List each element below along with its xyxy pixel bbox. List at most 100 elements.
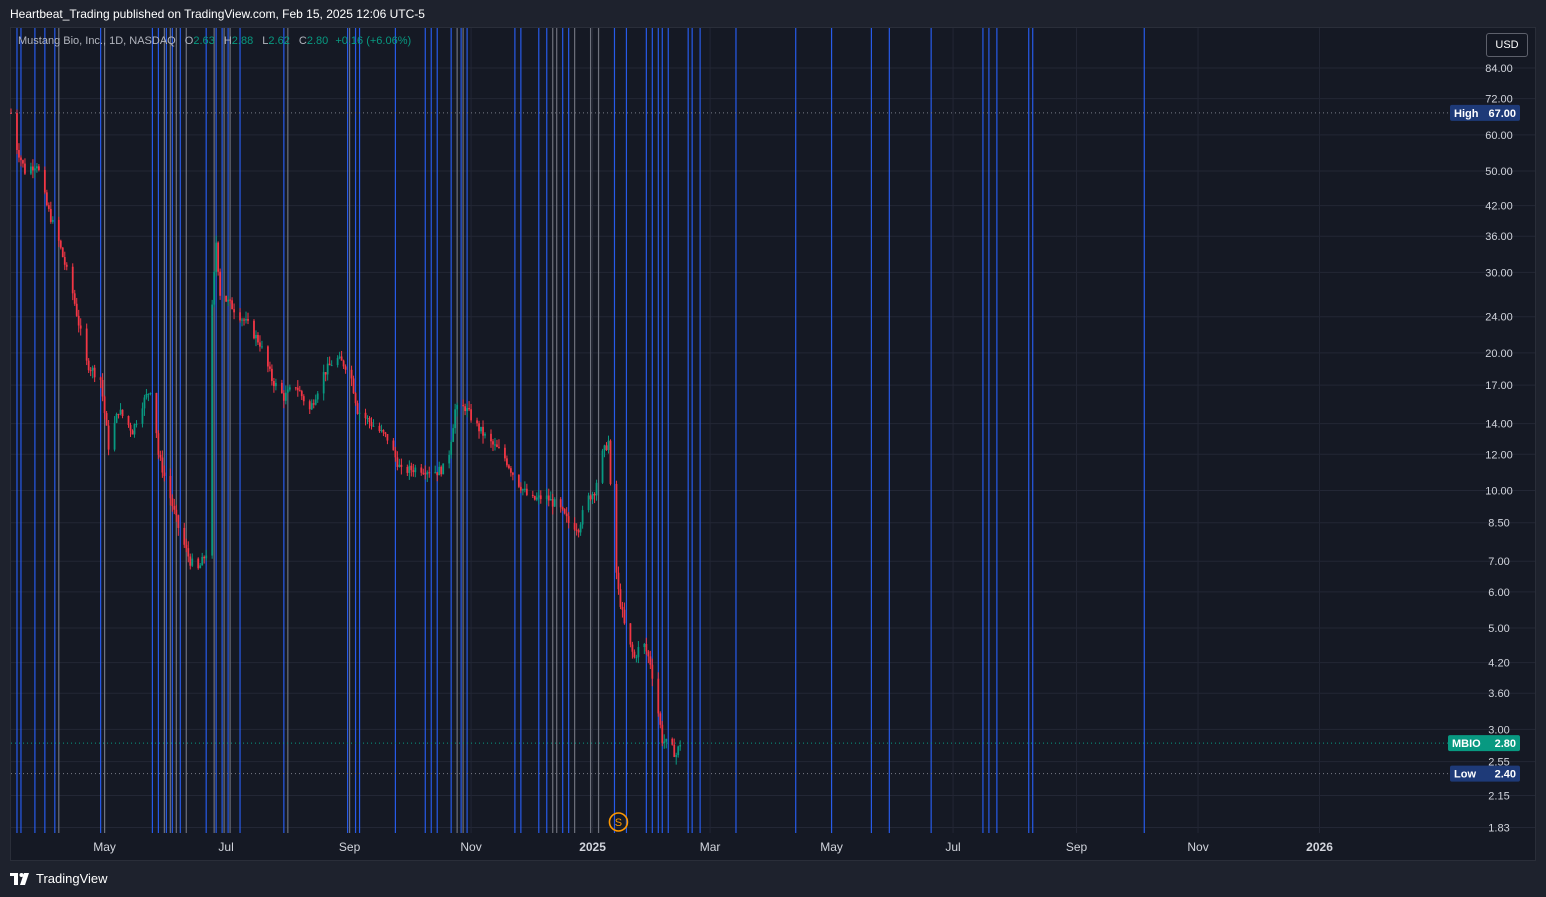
- price-tick-label: 1.83: [1488, 823, 1509, 835]
- candle-body: [553, 499, 556, 507]
- candle: [470, 404, 472, 423]
- symbol-description: Mustang Bio, Inc., 1D, NASDAQ: [18, 35, 176, 47]
- candle-body: [271, 368, 273, 382]
- candle-body: [87, 360, 90, 371]
- candle-body: [47, 205, 50, 209]
- candle-body: [175, 509, 178, 516]
- candle: [273, 377, 275, 393]
- candle-body: [18, 150, 20, 158]
- candle-body: [494, 444, 496, 446]
- candle: [633, 649, 636, 659]
- candle-body: [386, 434, 389, 441]
- candle-body: [77, 315, 80, 326]
- candle: [462, 399, 465, 407]
- event-marker-label: S: [615, 817, 622, 829]
- candle: [227, 296, 229, 306]
- candle: [567, 511, 570, 529]
- candle: [436, 472, 439, 482]
- candle: [18, 143, 20, 163]
- low-value: 2.62: [268, 35, 290, 47]
- price-chart[interactable]: 84.00 72.00 60.00 50.00 42.00 36.00 30.00 24.00…: [0, 0, 1546, 897]
- candle-body: [406, 466, 409, 473]
- candle-body: [408, 465, 411, 473]
- candle: [286, 386, 289, 394]
- candle: [581, 505, 584, 529]
- change-value: +0.16 (+6.06%): [335, 35, 412, 47]
- candle-body: [117, 413, 120, 415]
- candle: [201, 552, 204, 566]
- candle-body: [24, 163, 26, 174]
- candle: [504, 444, 506, 462]
- candle-body: [531, 494, 534, 497]
- candle-body: [605, 445, 608, 451]
- candle: [330, 360, 333, 367]
- candle-body: [16, 113, 18, 151]
- candle: [119, 403, 122, 416]
- candle-body: [147, 393, 150, 395]
- candle-body: [173, 506, 176, 510]
- high-label: H: [223, 35, 232, 47]
- candle: [133, 423, 136, 438]
- candle: [129, 422, 132, 437]
- candle-body: [631, 644, 634, 652]
- candle-body: [595, 482, 598, 496]
- candle: [645, 637, 648, 655]
- candle: [75, 297, 78, 317]
- candle-body: [565, 513, 568, 517]
- candle: [512, 471, 514, 481]
- candle-body: [298, 390, 301, 392]
- candle: [274, 378, 277, 391]
- candle: [537, 489, 540, 505]
- candle: [30, 162, 32, 176]
- candle: [547, 488, 550, 507]
- candle: [675, 752, 678, 765]
- price-tick-label: 42.00: [1485, 201, 1513, 213]
- candle: [316, 391, 319, 403]
- candle-body: [338, 356, 341, 359]
- candle-body: [593, 494, 596, 496]
- candle: [85, 323, 88, 366]
- price-tag-value: 67.00: [1488, 108, 1516, 120]
- candle: [213, 270, 216, 308]
- candle: [63, 251, 66, 270]
- candle: [47, 202, 50, 212]
- candle-body: [462, 405, 465, 407]
- candle-body: [185, 544, 188, 549]
- candle-body: [288, 387, 291, 390]
- candle-body: [510, 468, 512, 473]
- candle: [219, 268, 222, 300]
- candle: [448, 450, 451, 469]
- candle: [440, 465, 443, 477]
- candle-body: [498, 446, 500, 448]
- candle-body: [145, 393, 148, 398]
- candle: [191, 553, 194, 567]
- footer-brand[interactable]: TradingView: [10, 871, 108, 886]
- price-tick-label: 2.15: [1488, 791, 1509, 803]
- candle-body: [567, 516, 570, 523]
- candle-body: [35, 166, 38, 169]
- candle-body: [161, 457, 164, 473]
- time-tick-label: Mar: [700, 840, 721, 854]
- candle-body: [350, 369, 353, 379]
- candle: [575, 523, 578, 536]
- candle-body: [414, 467, 417, 473]
- candle: [657, 672, 660, 717]
- candle: [312, 399, 315, 409]
- candle: [408, 460, 411, 480]
- candle-body: [482, 426, 484, 436]
- candle-body: [484, 433, 486, 436]
- currency-button[interactable]: USD: [1486, 33, 1528, 57]
- candle-body: [312, 403, 315, 405]
- candle-body: [199, 565, 202, 569]
- candle-body: [187, 548, 190, 557]
- candle-body: [155, 392, 158, 434]
- candle-body: [201, 556, 204, 566]
- candle-body: [649, 656, 652, 665]
- candle-body: [563, 509, 566, 514]
- candle-body: [398, 464, 401, 467]
- candle: [533, 495, 536, 501]
- candle-body: [127, 416, 130, 426]
- candle-body: [436, 472, 439, 476]
- candle-body: [259, 342, 261, 347]
- candle: [464, 403, 466, 416]
